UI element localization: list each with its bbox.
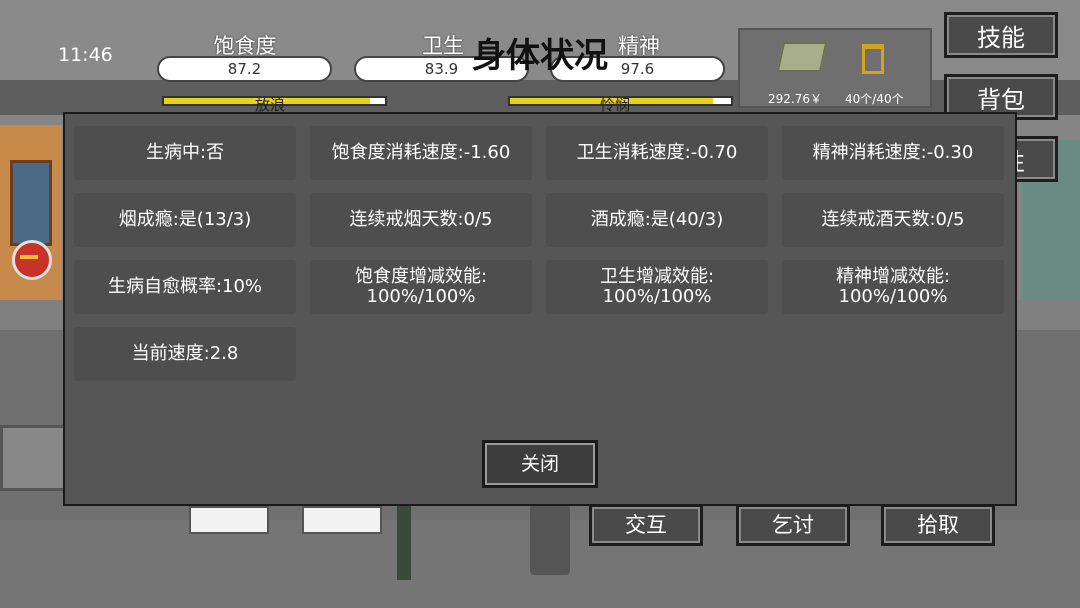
status-cell-smoking-addiction: 烟成瘾:是(13/3)	[74, 193, 296, 247]
status-cell-alcohol-addiction: 酒成瘾:是(40/3)	[546, 193, 768, 247]
interact-button[interactable]: 交互	[589, 504, 703, 546]
status-cell-self-heal-chance: 生病自愈概率:10%	[74, 260, 296, 314]
skills-button[interactable]: 技能	[944, 12, 1058, 58]
item-slot-1[interactable]	[189, 506, 269, 534]
stat-value-satiety: 87.2	[227, 60, 262, 78]
trash-bin	[530, 505, 570, 575]
status-cell-satiety-rate: 饱食度消耗速度:-1.60	[310, 126, 532, 180]
status-cell-spirit-rate: 精神消耗速度:-0.30	[782, 126, 1004, 180]
inventory-count: 40个/40个	[845, 92, 904, 106]
beg-button[interactable]: 乞讨	[736, 504, 850, 546]
trash-can-icon	[862, 44, 884, 74]
status-cell-sick: 生病中:否	[74, 126, 296, 180]
close-button[interactable]: 关闭	[482, 440, 598, 488]
status-cell-hygiene-rate: 卫生消耗速度:-0.70	[546, 126, 768, 180]
no-entry-sign-icon	[12, 240, 52, 280]
dialog-title: 身体状况	[472, 36, 608, 76]
status-cell-spirit-efficiency: 精神增减效能: 100%/100%	[782, 260, 1004, 314]
money-amount: 292.76￥	[768, 92, 822, 106]
status-cell-hygiene-efficiency: 卫生增减效能: 100%/100%	[546, 260, 768, 314]
stat-bar-satiety: 87.2	[157, 56, 332, 82]
status-cell-satiety-efficiency: 饱食度增减效能: 100%/100%	[310, 260, 532, 314]
street-lamp	[397, 500, 411, 580]
background-window	[10, 160, 52, 246]
cash-icon	[776, 42, 828, 72]
clock: 11:46	[58, 44, 113, 66]
status-cell-quit-drinking-days: 连续戒酒天数:0/5	[782, 193, 1004, 247]
status-cell-current-speed: 当前速度:2.8	[74, 327, 296, 381]
no-entry-sign-bar	[20, 255, 38, 259]
item-slot-2[interactable]	[302, 506, 382, 534]
background-bench	[0, 425, 66, 491]
status-cell-quit-smoking-days: 连续戒烟天数:0/5	[310, 193, 532, 247]
pickup-button[interactable]: 拾取	[881, 504, 995, 546]
